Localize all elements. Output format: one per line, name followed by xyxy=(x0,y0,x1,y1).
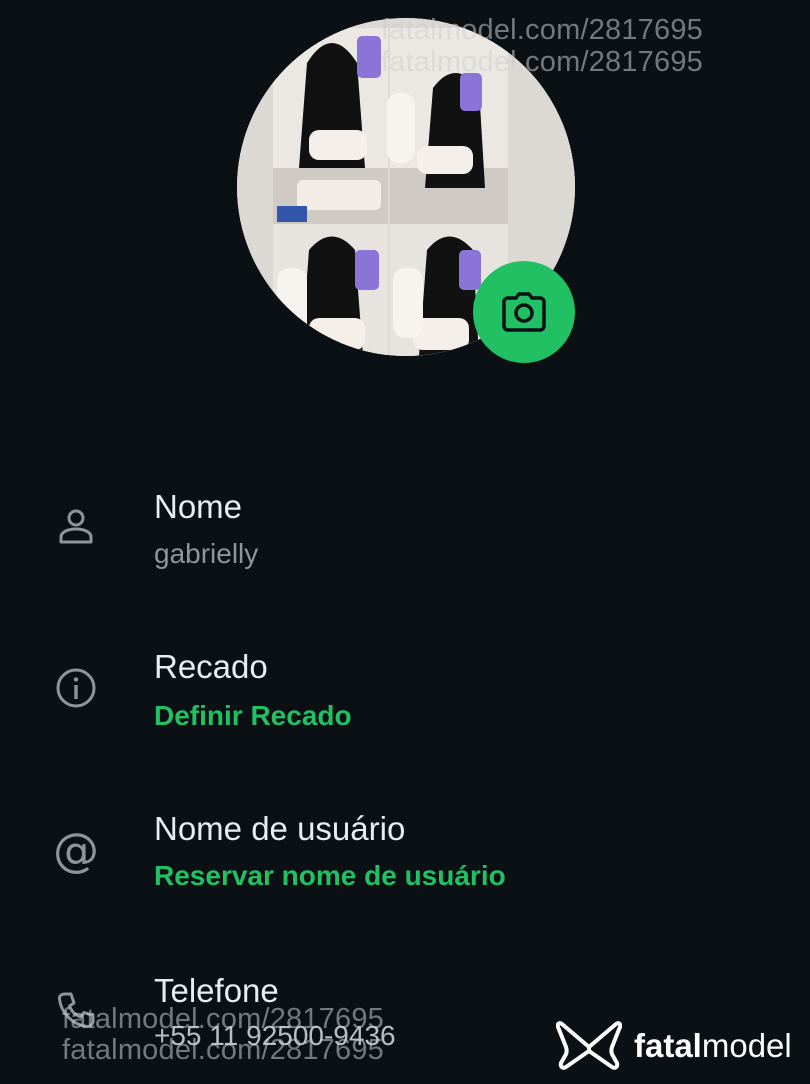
row-name[interactable]: Nome gabrielly xyxy=(0,480,810,600)
row-status[interactable]: Recado Definir Recado xyxy=(0,642,810,762)
status-label: Recado xyxy=(154,648,268,685)
name-label: Nome xyxy=(154,488,243,525)
info-icon xyxy=(52,664,100,712)
username-label: Nome de usuário xyxy=(154,810,406,847)
brand-name: fatalmodel xyxy=(634,1027,792,1064)
reserve-username-link[interactable]: Reservar nome de usuário xyxy=(154,860,506,892)
change-photo-button[interactable] xyxy=(473,261,575,363)
watermark-text: fatalmodel.com/2817695 xyxy=(381,46,703,78)
name-value: gabrielly xyxy=(154,538,259,569)
set-status-link[interactable]: Definir Recado xyxy=(154,700,352,732)
at-icon: @ xyxy=(53,823,99,877)
camera-icon xyxy=(502,292,546,332)
brand-logo: fatalmodel xyxy=(556,1018,792,1074)
watermark-text: fatalmodel.com/2817695 xyxy=(62,1003,384,1035)
watermark-text: fatalmodel.com/2817695 xyxy=(381,14,703,46)
person-icon xyxy=(52,502,100,550)
row-username[interactable]: @ Nome de usuário Reservar nome de usuár… xyxy=(0,804,810,924)
watermark-text: fatalmodel.com/2817695 xyxy=(62,1034,384,1066)
butterfly-logo-icon xyxy=(556,1021,622,1070)
